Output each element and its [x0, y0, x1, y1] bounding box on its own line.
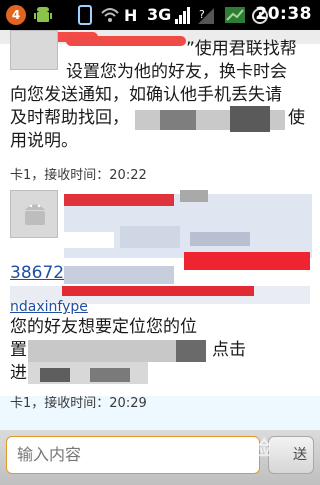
phone-icon: [78, 5, 92, 25]
redaction-mark: [120, 226, 180, 248]
status-bar: 4 H 3G ? 20:38: [0, 0, 320, 30]
redaction-mark: [40, 368, 70, 382]
message-text-line: 设置您为他的好友，换卡时会: [66, 62, 287, 82]
message-timestamp: 卡1，接收时间：20:22: [10, 168, 147, 183]
svg-text:?: ?: [199, 8, 205, 21]
hspa-icon: H: [124, 6, 137, 25]
redaction-mark: [230, 106, 270, 132]
message-timestamp: 卡1，接收时间：20:29: [10, 396, 147, 411]
network-type-label: 3G: [147, 5, 172, 24]
message-bubble-2[interactable]: 38672 ndaxinfype 您的好友想要定位您的位 置 点击 进 卡1，接…: [0, 186, 320, 411]
send-button[interactable]: 送: [268, 436, 314, 474]
message-text-line: 向您发送通知，如确认他手机丢失请: [10, 85, 282, 105]
message-text-line: 用说明。: [10, 131, 78, 151]
redaction-mark: [90, 368, 130, 382]
conversation-list[interactable]: ”使用君联找帮 设置您为他的好友，换卡时会 向您发送通知，如确认他手机丢失请 及…: [0, 30, 320, 430]
android-avatar-icon: [25, 204, 45, 225]
redaction-mark: [180, 190, 208, 202]
message-text-line: ”使用君联找帮: [186, 39, 297, 59]
redaction-mark: [64, 194, 174, 206]
redaction-mark: [64, 232, 114, 248]
redaction-mark: [62, 286, 254, 296]
compose-bar: 输入内容 送: [0, 430, 320, 485]
redaction-mark: [160, 110, 196, 130]
wifi-icon: [101, 8, 119, 22]
data-activity-icon: [225, 7, 245, 23]
watermark: Bai经验: [195, 436, 271, 460]
redaction-mark: [66, 36, 186, 46]
android-notification-icon[interactable]: [34, 5, 52, 25]
sender-avatar: [10, 190, 58, 238]
sender-avatar: [10, 30, 58, 70]
message-text-line: 使: [288, 108, 305, 128]
signal-strength-icon: [175, 7, 190, 24]
redaction-mark: [64, 266, 174, 284]
no-sim-signal-icon: ?: [198, 8, 214, 24]
notification-count-badge[interactable]: 4: [6, 5, 26, 25]
message-text-line: 点击: [212, 340, 246, 360]
redaction-mark: [28, 340, 196, 362]
clock: 20:38: [255, 4, 312, 24]
message-link[interactable]: ndaxinfype: [10, 298, 314, 316]
svg-text:H: H: [124, 6, 137, 25]
redaction-mark: [176, 340, 206, 362]
message-text-line: 您的好友想要定位您的位: [10, 317, 197, 337]
redaction-mark: [190, 232, 250, 246]
